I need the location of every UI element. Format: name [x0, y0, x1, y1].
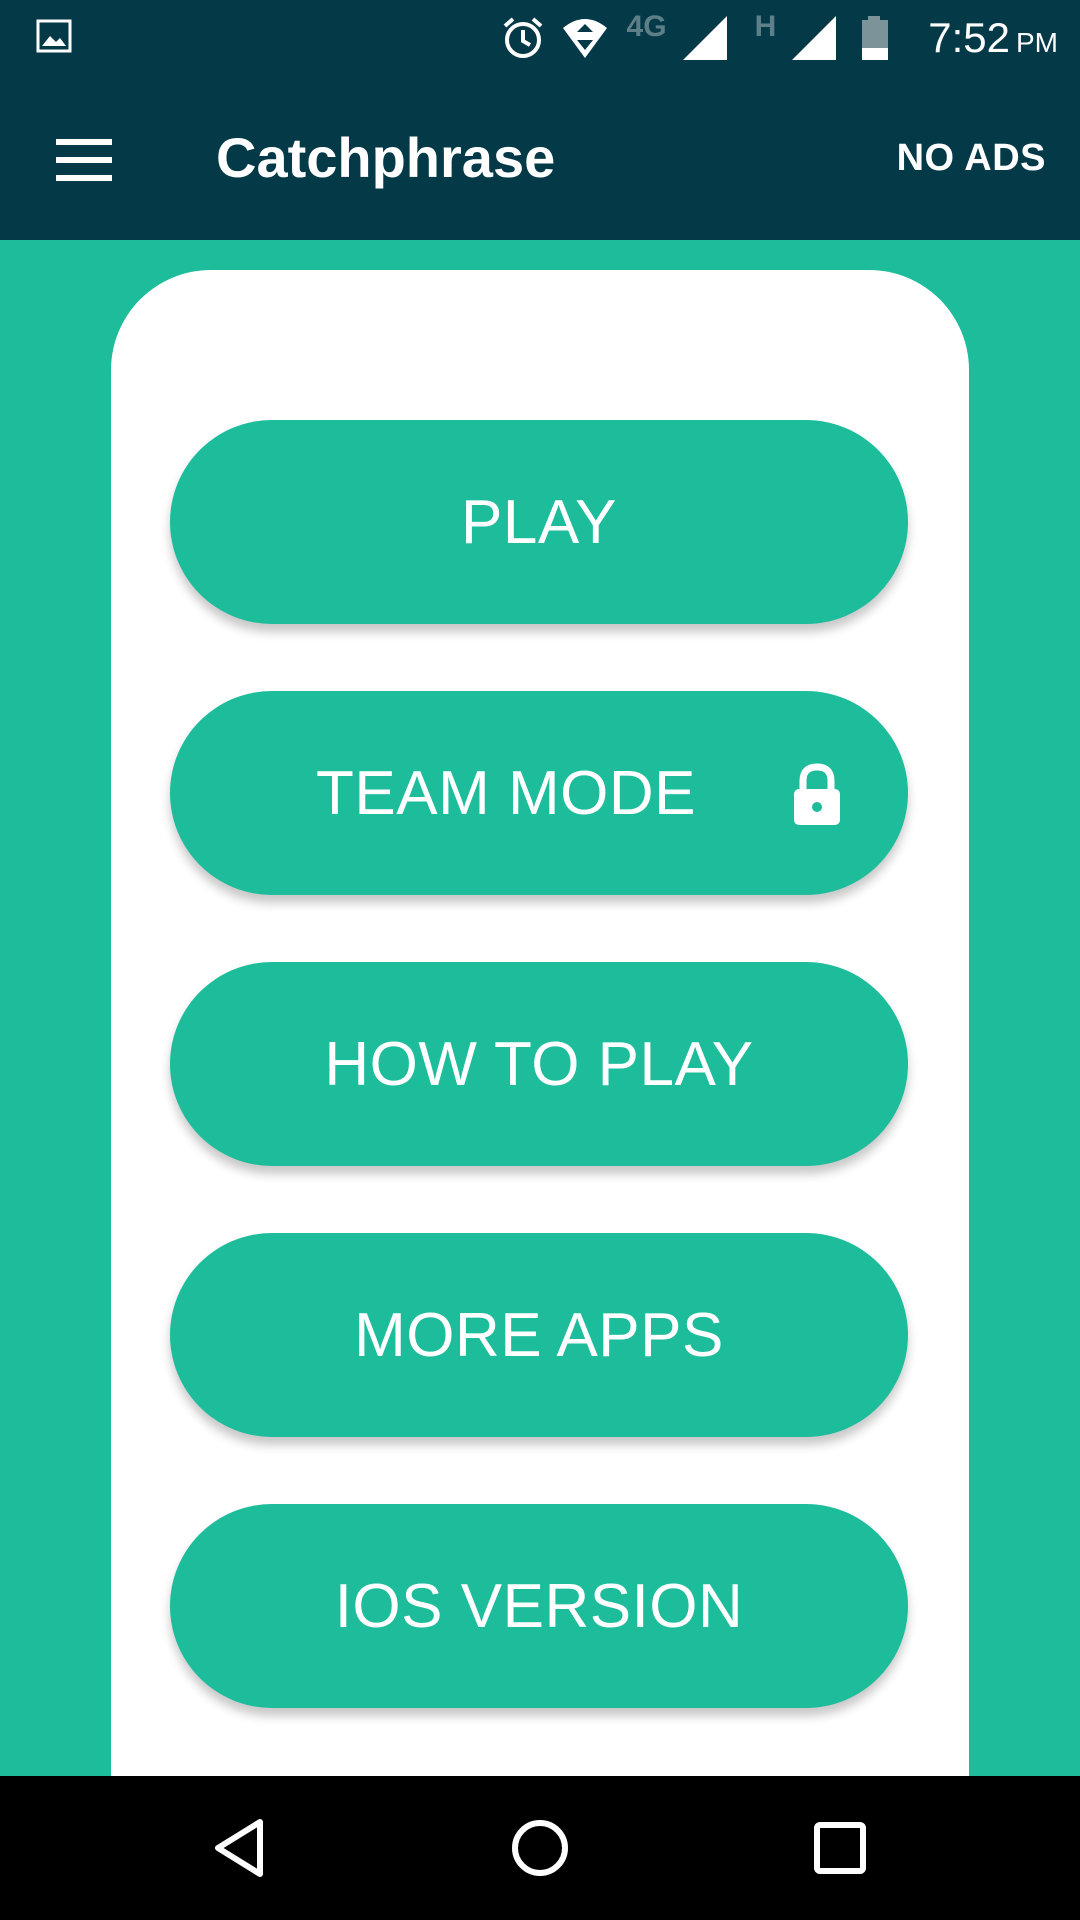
team-mode-button[interactable]: TEAM MODE — [170, 691, 908, 895]
play-button[interactable]: PLAY — [170, 420, 908, 624]
team-mode-button-label: TEAM MODE — [316, 758, 696, 828]
signal-icon — [682, 16, 727, 60]
network-type-label: 4G — [626, 10, 667, 43]
more-apps-button[interactable]: MORE APPS — [170, 1233, 908, 1437]
recents-icon[interactable] — [804, 1812, 876, 1884]
page-title: Catchphrase — [216, 126, 556, 189]
how-to-play-button-label: HOW TO PLAY — [324, 1029, 754, 1099]
status-bar: 4G H 7:52 PM — [0, 0, 1080, 76]
wifi-icon — [562, 19, 607, 58]
alarm-icon — [503, 17, 542, 58]
menu-bar-line — [56, 175, 112, 181]
status-icons: 4G H 7:52 PM — [485, 0, 1058, 76]
back-icon[interactable] — [204, 1812, 276, 1884]
no-ads-button[interactable]: NO ADS — [897, 134, 1046, 182]
ios-version-button-label: IOS VERSION — [334, 1571, 744, 1641]
more-apps-button-label: MORE APPS — [354, 1300, 724, 1370]
battery-icon — [862, 16, 889, 60]
menu-bar-line — [56, 139, 112, 145]
navigation-bar — [0, 1776, 1080, 1920]
clock-ampm: PM — [1016, 27, 1058, 58]
how-to-play-button[interactable]: HOW TO PLAY — [170, 962, 908, 1166]
ios-version-button[interactable]: IOS VERSION — [170, 1504, 908, 1708]
menu-bar-line — [56, 157, 112, 163]
home-icon[interactable] — [504, 1812, 576, 1884]
play-button-label: PLAY — [461, 487, 617, 557]
menu-card: PLAY TEAM MODE HOW TO PLAY MORE APPS IOS… — [111, 270, 969, 1776]
image-icon — [36, 19, 72, 53]
network-type-label-2: H — [754, 10, 777, 43]
clock-time: 7:52 — [928, 14, 1010, 61]
signal-icon-2 — [792, 16, 837, 60]
hamburger-menu-icon[interactable] — [48, 124, 120, 196]
app-bar: Catchphrase NO ADS — [0, 76, 1080, 240]
lock-icon — [794, 763, 840, 825]
